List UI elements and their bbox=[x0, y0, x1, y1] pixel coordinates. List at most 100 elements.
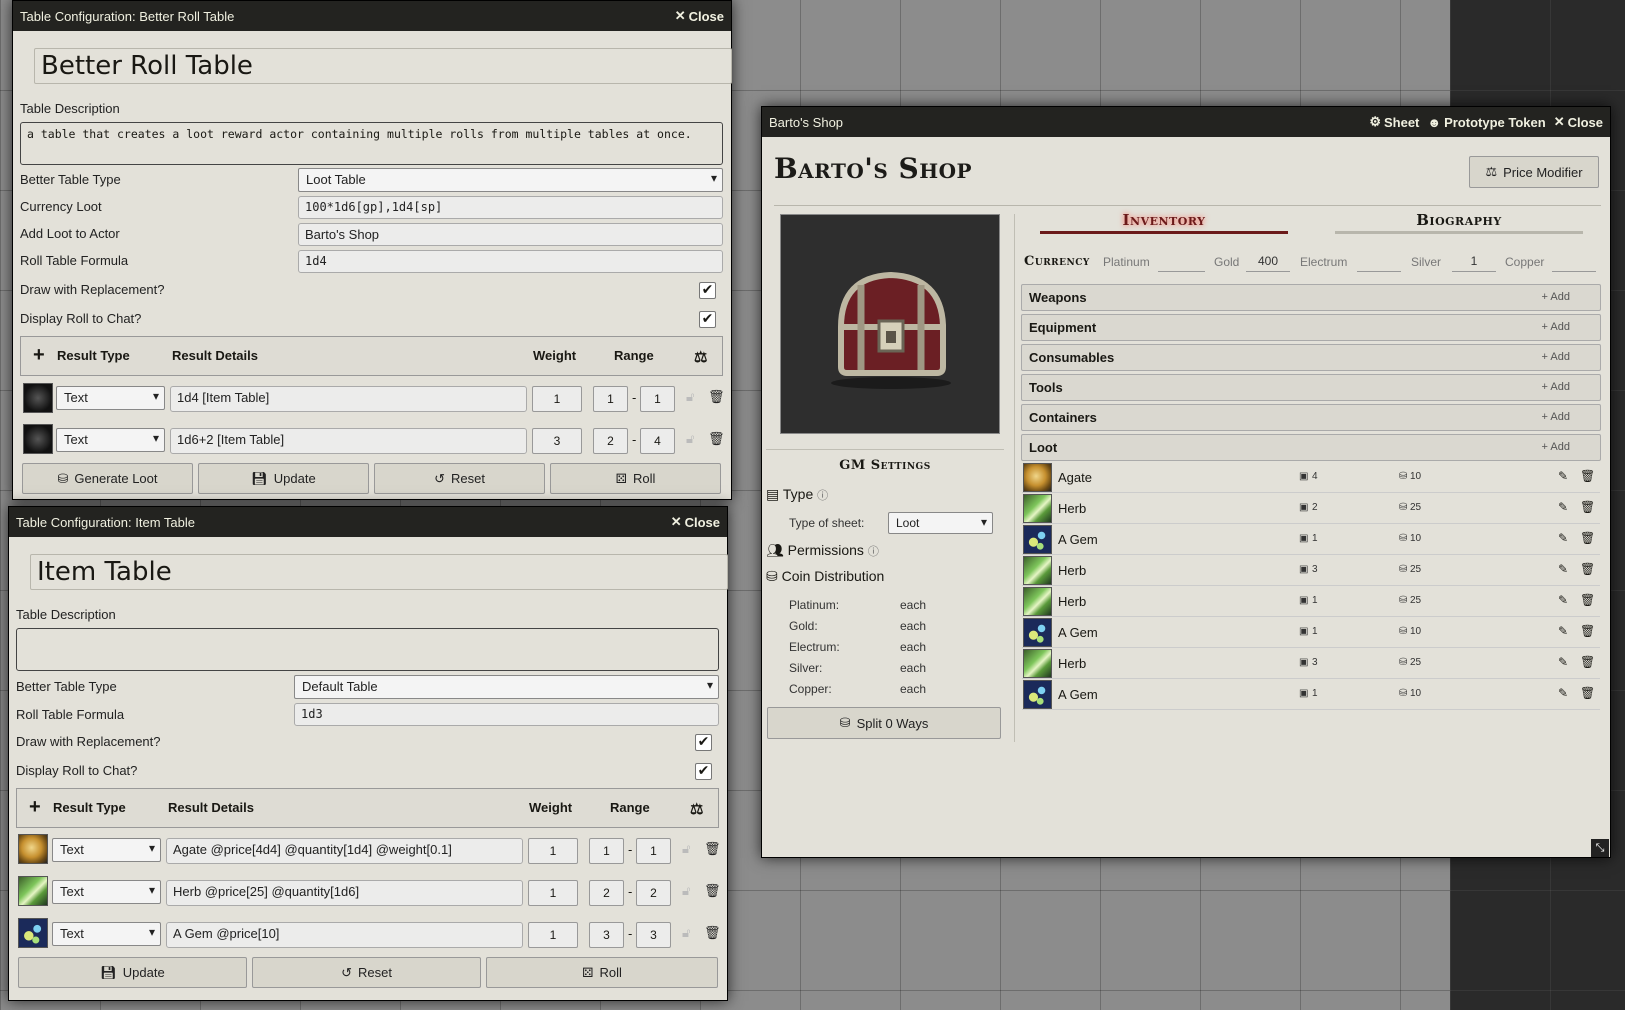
split-button[interactable]: ⛁ Split 0 Ways bbox=[767, 707, 1001, 739]
lock-icon[interactable]: 🔓︎ bbox=[682, 842, 690, 857]
item-name[interactable]: Agate bbox=[1058, 470, 1092, 485]
brt-desc-textarea[interactable]: a table that creates a loot reward actor… bbox=[20, 122, 723, 165]
brt-actor-input[interactable]: Barto's Shop bbox=[298, 223, 723, 246]
trash-icon[interactable]: 🗑︎ bbox=[708, 390, 725, 405]
edit-icon[interactable]: ✎ bbox=[1558, 562, 1568, 576]
range-low-input[interactable]: 1 bbox=[593, 386, 628, 412]
edit-icon[interactable]: ✎ bbox=[1558, 686, 1568, 700]
item-replacement-checkbox[interactable]: ✔ bbox=[695, 734, 712, 751]
inventory-item-row[interactable]: Herb ▣ 2 ⛁ 25 ✎ 🗑︎ bbox=[1022, 494, 1600, 524]
inventory-item-row[interactable]: Herb ▣ 1 ⛁ 25 ✎ 🗑︎ bbox=[1022, 587, 1600, 617]
item-name[interactable]: Herb bbox=[1058, 656, 1086, 671]
sheet-button[interactable]: ⚙ Sheet bbox=[1369, 114, 1419, 130]
result-details-input[interactable]: Herb @price[25] @quantity[1d6] bbox=[166, 880, 523, 906]
item-reset-button[interactable]: ↺ Reset bbox=[252, 957, 481, 988]
edit-icon[interactable]: ✎ bbox=[1558, 469, 1568, 483]
brt-currency-input[interactable]: 100*1d6[gp],1d4[sp] bbox=[298, 196, 723, 219]
shop-name[interactable]: Barto's Shop bbox=[774, 152, 972, 185]
inventory-item-row[interactable]: A Gem ▣ 1 ⛁ 10 ✎ 🗑︎ bbox=[1022, 618, 1600, 648]
weight-input[interactable]: 1 bbox=[532, 386, 582, 412]
inventory-item-row[interactable]: A Gem ▣ 1 ⛁ 10 ✎ 🗑︎ bbox=[1022, 680, 1600, 710]
gold-input[interactable]: 400 bbox=[1246, 254, 1290, 272]
trash-icon[interactable]: 🗑︎ bbox=[1580, 531, 1595, 545]
item-header[interactable]: Table Configuration: Item Table ✕ Close bbox=[9, 507, 727, 537]
trash-icon[interactable]: 🗑︎ bbox=[704, 842, 721, 857]
weight-input[interactable]: 1 bbox=[528, 922, 578, 948]
add-loot-button[interactable]: + Add bbox=[1542, 435, 1570, 460]
prototype-token-button[interactable]: ☻ Prototype Token bbox=[1427, 115, 1545, 130]
brt-chat-checkbox[interactable]: ✔ bbox=[699, 311, 716, 328]
lock-icon[interactable]: 🔓︎ bbox=[682, 926, 690, 941]
trash-icon[interactable]: 🗑︎ bbox=[704, 926, 721, 941]
shop-close-button[interactable]: ✕ Close bbox=[1554, 114, 1603, 130]
item-name[interactable]: A Gem bbox=[1058, 532, 1098, 547]
brt-replacement-checkbox[interactable]: ✔ bbox=[699, 282, 716, 299]
trash-icon[interactable]: 🗑︎ bbox=[1580, 469, 1595, 483]
brt-close-button[interactable]: ✕ Close bbox=[675, 8, 724, 24]
result-type-select[interactable]: Text bbox=[52, 922, 161, 946]
item-type-select[interactable]: Default Table bbox=[294, 675, 719, 699]
result-type-select[interactable]: Text bbox=[56, 386, 165, 410]
edit-icon[interactable]: ✎ bbox=[1558, 655, 1568, 669]
item-roll-button[interactable]: ⚄ Roll bbox=[486, 957, 718, 988]
edit-icon[interactable]: ✎ bbox=[1558, 500, 1568, 514]
brt-formula-input[interactable]: 1d4 bbox=[298, 250, 723, 273]
tab-biography[interactable]: Biography bbox=[1335, 211, 1583, 229]
brt-header[interactable]: Table Configuration: Better Roll Table ✕… bbox=[13, 1, 731, 31]
item-name[interactable]: Herb bbox=[1058, 501, 1086, 516]
resize-handle[interactable]: ⤡ bbox=[1591, 839, 1609, 857]
type-of-sheet-select[interactable]: Loot bbox=[888, 512, 993, 534]
result-type-select[interactable]: Text bbox=[56, 428, 165, 452]
add-equipment-button[interactable]: + Add bbox=[1542, 315, 1570, 340]
lock-icon[interactable]: 🔓︎ bbox=[682, 884, 690, 899]
inventory-item-row[interactable]: Agate ▣ 4 ⛁ 10 ✎ 🗑︎ bbox=[1022, 463, 1600, 493]
add-consumable-button[interactable]: + Add bbox=[1542, 345, 1570, 370]
brt-type-select[interactable]: Loot Table bbox=[298, 168, 723, 192]
normalize-icon[interactable]: ⚖ bbox=[690, 800, 703, 818]
result-type-select[interactable]: Text bbox=[52, 838, 161, 862]
weight-input[interactable]: 3 bbox=[532, 428, 582, 454]
edit-icon[interactable]: ✎ bbox=[1558, 624, 1568, 638]
weight-input[interactable]: 1 bbox=[528, 880, 578, 906]
trash-icon[interactable]: 🗑︎ bbox=[1580, 686, 1595, 700]
copper-input[interactable] bbox=[1552, 254, 1596, 272]
trash-icon[interactable]: 🗑︎ bbox=[1580, 624, 1595, 638]
info-icon[interactable]: ⓘ bbox=[817, 490, 828, 502]
edit-icon[interactable]: ✎ bbox=[1558, 593, 1568, 607]
price-modifier-button[interactable]: ⚖ Price Modifier bbox=[1469, 156, 1599, 188]
range-low-input[interactable]: 3 bbox=[589, 922, 624, 948]
item-name[interactable]: Herb bbox=[1058, 594, 1086, 609]
trash-icon[interactable]: 🗑︎ bbox=[1580, 562, 1595, 576]
add-container-button[interactable]: + Add bbox=[1542, 405, 1570, 430]
brt-update-button[interactable]: 💾︎ Update bbox=[198, 463, 369, 494]
range-high-input[interactable]: 2 bbox=[636, 880, 671, 906]
range-high-input[interactable]: 1 bbox=[636, 838, 671, 864]
range-low-input[interactable]: 1 bbox=[589, 838, 624, 864]
result-type-select[interactable]: Text bbox=[52, 880, 161, 904]
inventory-item-row[interactable]: Herb ▣ 3 ⛁ 25 ✎ 🗑︎ bbox=[1022, 649, 1600, 679]
silver-input[interactable]: 1 bbox=[1452, 254, 1496, 272]
generate-loot-button[interactable]: ⛁ Generate Loot bbox=[22, 463, 193, 494]
platinum-input[interactable] bbox=[1158, 254, 1205, 272]
normalize-icon[interactable]: ⚖ bbox=[694, 348, 707, 366]
brt-roll-button[interactable]: ⚄ Roll bbox=[550, 463, 721, 494]
info-icon[interactable]: ⓘ bbox=[868, 546, 879, 558]
item-name[interactable]: Herb bbox=[1058, 563, 1086, 578]
inventory-item-row[interactable]: Herb ▣ 3 ⛁ 25 ✎ 🗑︎ bbox=[1022, 556, 1600, 586]
brt-name-input[interactable]: Better Roll Table bbox=[34, 48, 732, 84]
trash-icon[interactable]: 🗑︎ bbox=[708, 432, 725, 447]
item-name-input[interactable]: Item Table bbox=[30, 554, 728, 590]
item-desc-textarea[interactable] bbox=[16, 628, 719, 671]
item-name[interactable]: A Gem bbox=[1058, 625, 1098, 640]
range-low-input[interactable]: 2 bbox=[589, 880, 624, 906]
lock-icon[interactable]: 🔓︎ bbox=[686, 432, 694, 447]
trash-icon[interactable]: 🗑︎ bbox=[1580, 655, 1595, 669]
range-high-input[interactable]: 1 bbox=[640, 386, 675, 412]
add-weapon-button[interactable]: + Add bbox=[1542, 285, 1570, 310]
result-details-input[interactable]: Agate @price[4d4] @quantity[1d4] @weight… bbox=[166, 838, 523, 864]
item-chat-checkbox[interactable]: ✔ bbox=[695, 763, 712, 780]
trash-icon[interactable]: 🗑︎ bbox=[1580, 593, 1595, 607]
range-high-input[interactable]: 3 bbox=[636, 922, 671, 948]
tab-inventory[interactable]: Inventory bbox=[1040, 211, 1288, 229]
result-details-input[interactable]: A Gem @price[10] bbox=[166, 922, 523, 948]
